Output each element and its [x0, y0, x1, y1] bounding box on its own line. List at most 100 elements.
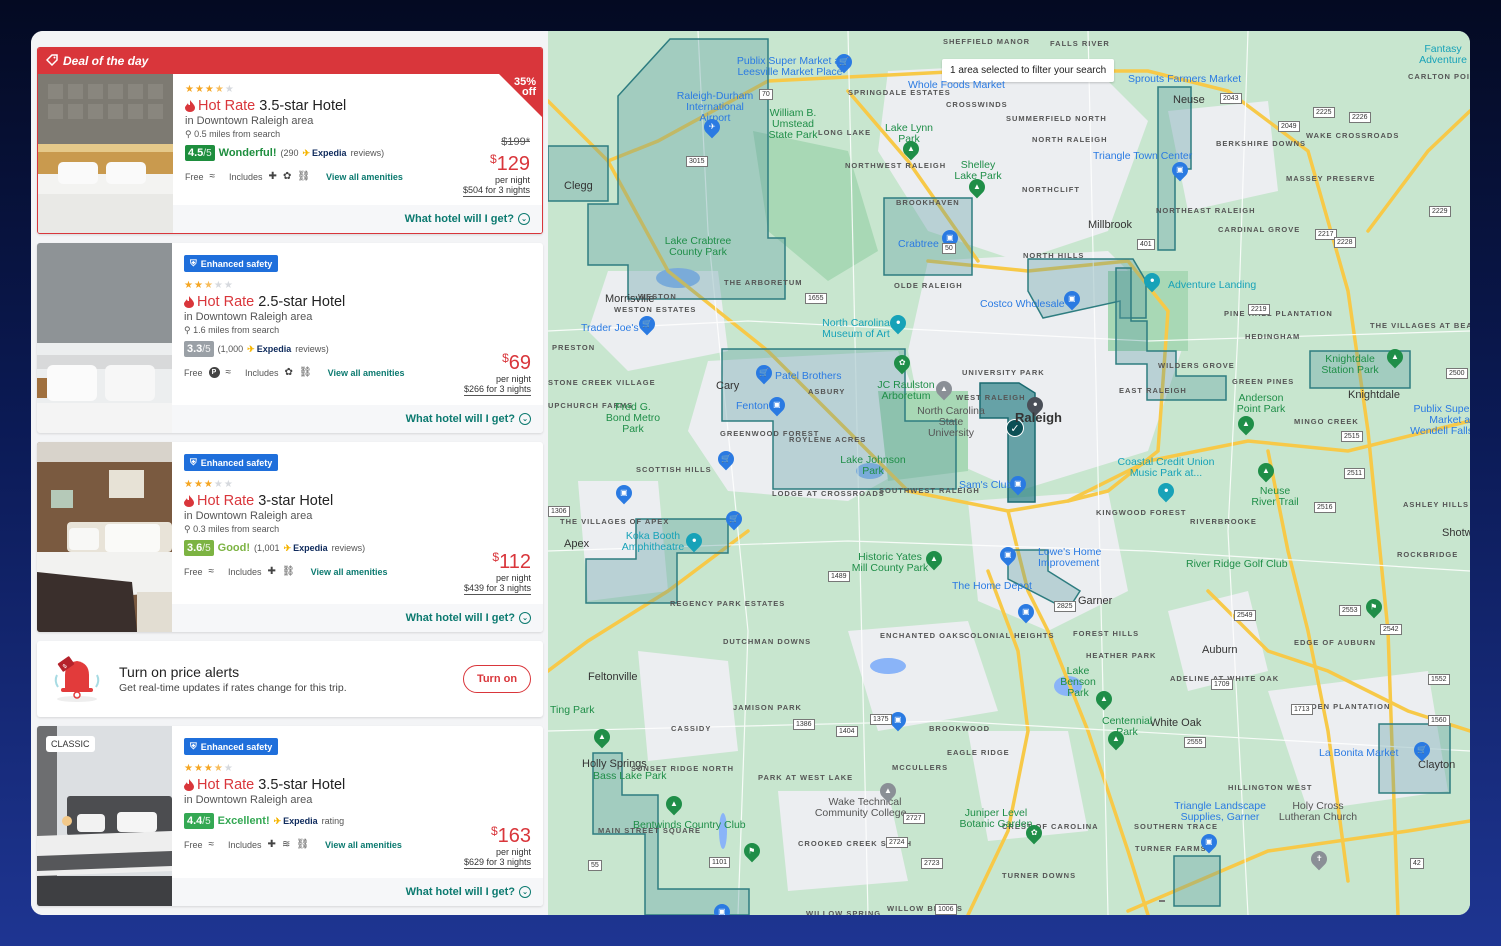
total-price[interactable]: $629 for 3 nights: [463, 857, 531, 869]
map-poi[interactable]: Adventure Landing: [1168, 279, 1256, 291]
free-label: Free: [184, 566, 203, 577]
bell-icon: $: [49, 649, 105, 710]
map-poi[interactable]: The Home Depot: [952, 580, 1032, 592]
map-poi[interactable]: Lake Crabtree County Park: [658, 236, 738, 258]
map-poi[interactable]: Lake Johnson Park: [838, 455, 908, 477]
hotel-title[interactable]: Hot Rate 2.5-star Hotel: [184, 294, 531, 310]
hotel-card[interactable]: ⛨ Enhanced safety ★★★★★ Hot Rate 2.5-star…: [37, 243, 543, 433]
includes-label: Includes: [228, 839, 262, 850]
what-hotel-button[interactable]: What hotel will I get? ⌄: [172, 604, 543, 632]
map-poi[interactable]: Triangle Landscape Supplies, Garner: [1170, 801, 1270, 823]
map-poi[interactable]: Publix Super Market at Wendell Falls: [1403, 404, 1470, 437]
map-poi[interactable]: William B. Umstead State Park: [763, 108, 823, 141]
bed-icon: ⛓: [296, 839, 310, 850]
map-poi[interactable]: North Carolina Museum of Art: [816, 318, 896, 340]
map-label-neighborhood: DUTCHMAN DOWNS: [723, 637, 812, 646]
map-poi[interactable]: Fred G. Bond Metro Park: [603, 402, 663, 435]
nightly-price: $129: [489, 152, 530, 175]
view-amenities-link[interactable]: View all amenities: [311, 567, 388, 577]
hotel-card[interactable]: Deal of the day 35% off ★★★★★ Hot Rate 3…: [37, 47, 543, 234]
hotel-photo[interactable]: CLASSIC: [37, 726, 172, 906]
what-hotel-button[interactable]: What hotel will I get? ⌄: [172, 878, 543, 906]
what-hotel-button[interactable]: What hotel will I get? ⌄: [172, 405, 543, 433]
parking-icon: P: [208, 367, 220, 378]
map-poi[interactable]: River Ridge Golf Club: [1186, 558, 1288, 570]
search-area: [548, 145, 609, 202]
map-poi[interactable]: Whole Foods Market: [908, 79, 1005, 91]
map-poi[interactable]: Neuse River Trail: [1250, 486, 1300, 508]
map-poi[interactable]: Knightdale Station Park: [1320, 354, 1380, 376]
hot-rate-label: Hot Rate: [184, 294, 254, 310]
route-shield: 401: [1137, 239, 1155, 250]
bed-icon: ⛓: [298, 367, 312, 378]
total-price[interactable]: $504 for 3 nights: [462, 185, 530, 197]
hotel-title[interactable]: Hot Rate 3.5-star Hotel: [184, 777, 531, 793]
map-poi[interactable]: Bass Lake Park: [593, 770, 667, 782]
total-price[interactable]: $439 for 3 nights: [463, 583, 531, 595]
score-badge: 4.5/5: [185, 145, 215, 161]
route-shield: 2727: [903, 813, 925, 824]
map-poi[interactable]: Sprouts Farmers Market: [1128, 73, 1241, 85]
globe-icon: ✈: [247, 343, 255, 354]
map-poi[interactable]: Triangle Town Center: [1093, 150, 1192, 162]
hotel-card[interactable]: ⛨ Enhanced safety ★★★★★ Hot Rate 3-star H…: [37, 442, 543, 632]
map-poi[interactable]: Patel Brothers: [775, 370, 842, 382]
globe-icon: ✈: [273, 815, 282, 826]
route-shield: 1709: [1211, 679, 1233, 690]
what-hotel-button[interactable]: What hotel will I get? ⌄: [173, 205, 542, 233]
hotel-photo[interactable]: [37, 442, 172, 632]
map-poi[interactable]: Fenton: [736, 400, 769, 412]
map-label-neighborhood: WILLOW SPRING: [806, 909, 882, 915]
map-label-neighborhood: KINGWOOD FOREST: [1096, 508, 1187, 517]
map-label-city: Raleigh: [1015, 410, 1062, 425]
total-price[interactable]: $266 for 3 nights: [463, 384, 531, 396]
map-label-neighborhood: HEDINGHAM: [1245, 332, 1301, 341]
results-list[interactable]: Deal of the day 35% off ★★★★★ Hot Rate 3…: [31, 31, 548, 915]
map-poi[interactable]: Publix Super Market at Leesville Market …: [730, 56, 850, 78]
map-poi[interactable]: Fantasy Adventure: [1418, 44, 1468, 66]
search-area: [883, 197, 973, 276]
map-label-neighborhood: MCCULLERS: [892, 763, 949, 772]
map-label-neighborhood: NORTHCLIFT: [1022, 185, 1080, 194]
map-poi[interactable]: North Carolina State University: [916, 406, 986, 439]
map-poi[interactable]: Crabtree: [898, 238, 939, 250]
hotel-title[interactable]: Hot Rate 3-star Hotel: [184, 493, 531, 509]
rating-verdict: Good!: [217, 542, 251, 554]
map-poi[interactable]: Lowe's Home Improvement: [1038, 547, 1108, 569]
map-poi[interactable]: La Bonita Market: [1319, 747, 1398, 759]
map-poi[interactable]: Costco Wholesale: [980, 298, 1065, 310]
map-poi[interactable]: Bentwinds Country Club: [633, 819, 746, 831]
map-poi[interactable]: Sam's Club: [959, 479, 1012, 491]
hotel-card[interactable]: CLASSIC ⛨ Enhanced safety ★★★★★ Hot Rate …: [37, 726, 543, 906]
route-shield: 42: [1410, 858, 1424, 869]
map-label-neighborhood: OLDE RALEIGH: [894, 281, 963, 290]
map[interactable]: 1 area selected to filter your search ✓ …: [548, 31, 1470, 915]
view-amenities-link[interactable]: View all amenities: [328, 368, 405, 378]
map-poi[interactable]: Koka Booth Amphitheatre: [618, 531, 688, 553]
map-poi[interactable]: Juniper Level Botanic Garden: [956, 808, 1036, 830]
map-label-neighborhood: EDGE OF AUBURN: [1294, 638, 1377, 647]
reviews-label: reviews): [350, 148, 385, 158]
turn-on-alerts-button[interactable]: Turn on: [463, 665, 531, 693]
map-poi[interactable]: Anderson Point Park: [1236, 393, 1286, 415]
score-badge: 3.3/5: [184, 341, 214, 357]
map-label-neighborhood: RIVERBROOKE: [1190, 517, 1257, 526]
view-amenities-link[interactable]: View all amenities: [325, 840, 402, 850]
view-amenities-link[interactable]: View all amenities: [326, 172, 403, 182]
hotel-photo[interactable]: [37, 243, 172, 433]
hotel-title[interactable]: Hot Rate 3.5-star Hotel: [185, 98, 530, 114]
nightly-price: $69: [502, 351, 531, 374]
hotel-distance: ⚲ 1.6 miles from search: [184, 325, 280, 335]
map-poi[interactable]: Trader Joe's: [581, 322, 639, 334]
map-poi[interactable]: Ting Park: [550, 704, 595, 716]
map-poi[interactable]: JC Raulston Arboretum: [876, 380, 936, 402]
expedia-logo: ✈ Expedia: [283, 542, 328, 554]
map-label-neighborhood: TURNER FARMS: [1135, 844, 1207, 853]
map-label-neighborhood: TURNER DOWNS: [1002, 871, 1077, 880]
expedia-logo: ✈ Expedia: [273, 815, 318, 827]
route-shield: 1552: [1428, 674, 1450, 685]
map-poi[interactable]: Coastal Credit Union Music Park at...: [1116, 457, 1216, 479]
map-poi[interactable]: Holy Cross Lutheran Church: [1273, 801, 1363, 823]
hotel-photo[interactable]: [38, 74, 173, 233]
map-poi[interactable]: Historic Yates Mill County Park: [850, 552, 930, 574]
